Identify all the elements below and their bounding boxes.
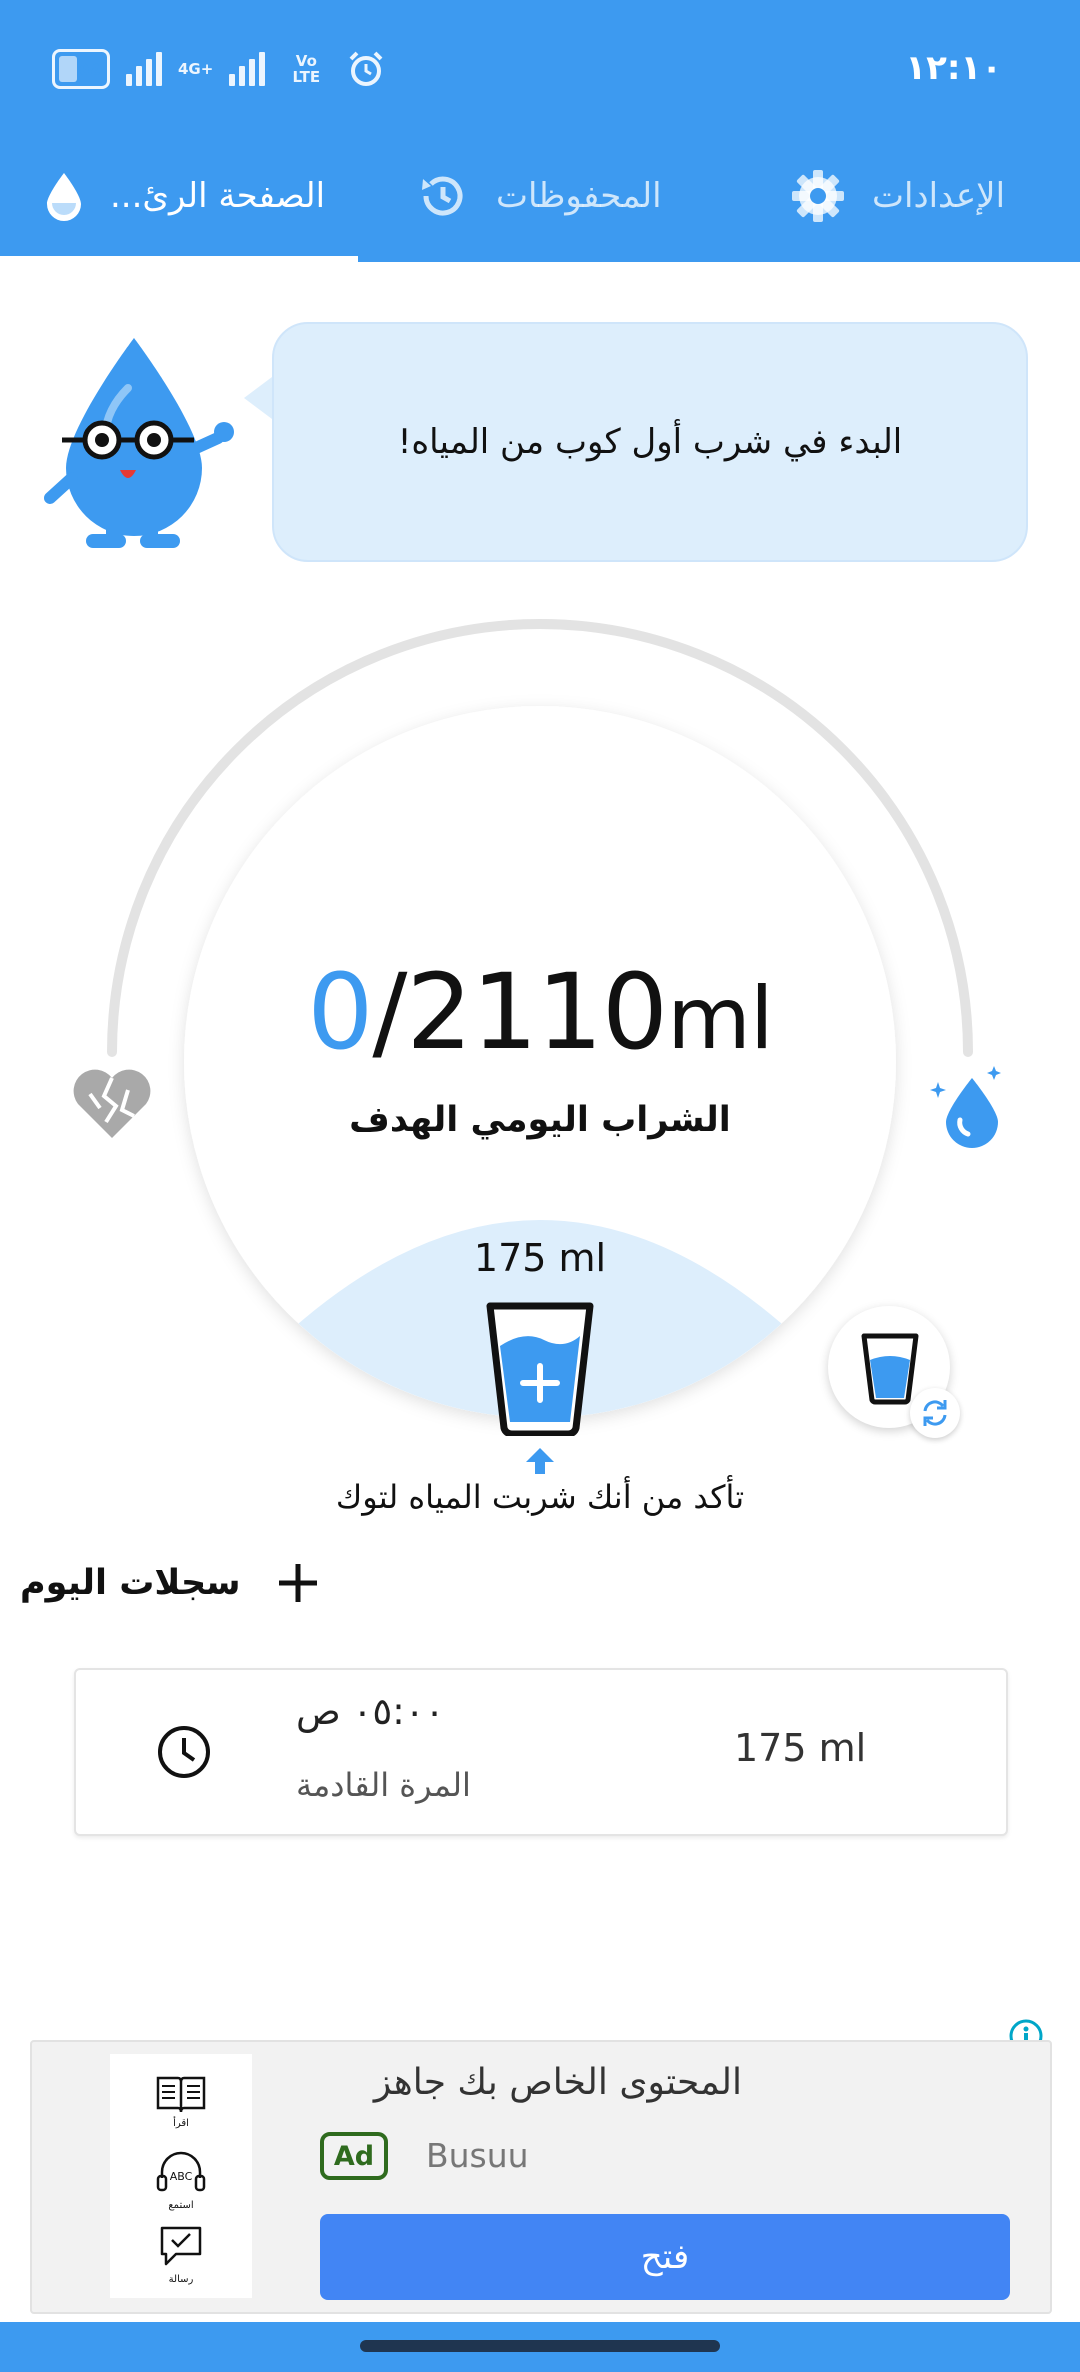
goal-amount: 0/2110ml: [0, 952, 1080, 1079]
goal-unit: ml: [667, 969, 774, 1069]
ad-thumbnail: اقرأ ABC استمع رسالة: [110, 2054, 252, 2298]
status-bar: ٥٤ 4G+ Vo LTE ١٢:١٠: [0, 0, 1080, 130]
tab-active-indicator: [0, 256, 358, 262]
tab-settings[interactable]: الإعدادات: [790, 130, 1005, 262]
thumb-label-listen: استمع: [168, 2200, 194, 2211]
headset-icon: ABC: [156, 2151, 206, 2192]
clock-icon: [158, 1726, 210, 1778]
signal-icon-2: [229, 52, 266, 86]
goal-total: /2110: [372, 951, 668, 1073]
records-title: سجلات اليوم: [20, 1563, 241, 1603]
book-icon: [156, 2076, 206, 2113]
speech-bubble: البدء في شرب أول كوب من المياه!: [272, 322, 1028, 562]
cup-icon: [861, 1333, 919, 1405]
network-type-label: 4G+: [178, 60, 214, 78]
ad-title: المحتوى الخاص بك جاهز: [373, 2062, 742, 2103]
speech-bubble-text: البدء في شرب أول كوب من المياه!: [397, 422, 903, 462]
tab-home-label: الصفحة الرئ...: [110, 176, 326, 216]
water-drop-icon: [47, 173, 81, 221]
ad-open-button[interactable]: فتح: [320, 2214, 1010, 2300]
status-icons: ٥٤ 4G+ Vo LTE: [52, 44, 385, 94]
chat-check-icon: [160, 2226, 202, 2266]
volte-label: Vo LTE: [292, 52, 321, 86]
drink-hint: تأكد من أنك شربت المياه لتوك: [335, 1478, 745, 1516]
ad-brand: Busuu: [426, 2136, 529, 2175]
signal-icon: [126, 52, 162, 86]
thumb-label-read: اقرأ: [173, 2118, 189, 2129]
tab-home[interactable]: الصفحة الرئ...: [44, 130, 325, 262]
drink-cup-button[interactable]: [484, 1300, 596, 1436]
status-time: ١٢:١٠: [905, 48, 1002, 88]
ad-banner[interactable]: اقرأ ABC استمع رسالة المحتوى الخاص بك جا…: [30, 2040, 1052, 2314]
goal-label: الشراب اليومي الهدف: [349, 1100, 731, 1140]
gear-icon: [792, 170, 844, 222]
battery-level: ٥٤: [79, 58, 101, 80]
history-icon: [422, 176, 463, 216]
refresh-icon: [923, 1400, 947, 1426]
mascot-water-drop-illustration: [44, 338, 234, 548]
tab-settings-label: الإعدادات: [872, 176, 1006, 216]
record-card[interactable]: ٠٥:٠٠ ص المرة القادمة 175 ml: [74, 1668, 1008, 1836]
arrow-up-icon: [526, 1448, 554, 1474]
record-time: ٠٥:٠٠ ص: [296, 1690, 445, 1733]
thumb-label-message: رسالة: [168, 2274, 194, 2285]
add-record-button[interactable]: [275, 1560, 321, 1606]
svg-text:ABC: ABC: [170, 2170, 193, 2183]
refresh-badge[interactable]: [910, 1388, 960, 1438]
ad-badge: Ad: [320, 2132, 388, 2180]
record-amount: 175 ml: [734, 1726, 867, 1770]
tab-history-label: المحفوظات: [496, 176, 662, 216]
alarm-icon: [349, 51, 383, 86]
battery-icon: ٥٤: [52, 49, 110, 89]
record-note: المرة القادمة: [296, 1766, 471, 1804]
app-header: ٥٤ 4G+ Vo LTE ١٢:١٠ الصفحة الرئ... المحف…: [0, 0, 1080, 262]
tab-history[interactable]: المحفوظات: [414, 130, 662, 262]
records-header: سجلات اليوم: [20, 1560, 321, 1606]
tab-bar: الصفحة الرئ... المحفوظات الإعدادات: [0, 130, 1080, 262]
current-intake: 0: [307, 951, 373, 1073]
home-gesture-handle[interactable]: [360, 2340, 720, 2352]
cup-amount: 175 ml: [473, 1236, 607, 1280]
